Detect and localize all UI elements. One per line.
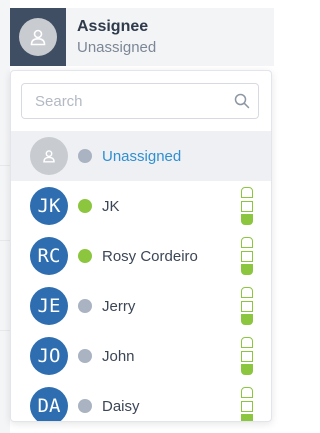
avatar: RC xyxy=(30,237,68,275)
assignee-option-name: JK xyxy=(102,197,120,215)
background-divider xyxy=(0,240,10,241)
workload-segment xyxy=(241,387,253,398)
workload-segment xyxy=(241,237,253,248)
workload-segment xyxy=(241,214,253,225)
assignee-avatar-box xyxy=(10,8,66,66)
avatar: JK xyxy=(30,187,68,225)
status-dot xyxy=(78,199,92,213)
assignee-dropdown: Unassigned JK JK RC Rosy Cordeiro JE Jerry JO Jo… xyxy=(10,70,272,422)
assignee-option-name: Rosy Cordeiro xyxy=(102,247,198,265)
assignee-option-name: Daisy xyxy=(102,397,140,415)
assignee-text: Assignee Unassigned xyxy=(77,17,156,58)
workload-indicator xyxy=(241,287,253,325)
workload-indicator xyxy=(241,387,253,421)
assignee-option[interactable]: Unassigned xyxy=(11,131,271,181)
search-box[interactable] xyxy=(21,83,259,119)
workload-segment xyxy=(241,414,253,421)
assignee-option-name: John xyxy=(102,347,135,365)
avatar: JO xyxy=(30,337,68,375)
status-dot xyxy=(78,349,92,363)
workload-segment xyxy=(241,287,253,298)
assignee-label: Assignee xyxy=(77,17,149,35)
status-dot xyxy=(78,249,92,263)
assignee-option[interactable]: JE Jerry xyxy=(11,281,271,331)
status-dot xyxy=(78,299,92,313)
user-icon xyxy=(30,29,46,46)
workload-indicator xyxy=(241,337,253,375)
background-divider xyxy=(0,330,10,331)
avatar: JE xyxy=(30,287,68,325)
status-dot xyxy=(78,399,92,413)
workload-segment xyxy=(241,187,253,198)
status-dot xyxy=(78,149,92,163)
workload-indicator xyxy=(241,237,253,275)
assignee-option-list: Unassigned JK JK RC Rosy Cordeiro JE Jerry JO Jo… xyxy=(11,131,271,421)
workload-segment xyxy=(241,400,253,412)
assignee-option-name: Unassigned xyxy=(102,147,182,165)
assignee-option[interactable]: JO John xyxy=(11,331,271,381)
assignee-field[interactable]: Assignee Unassigned xyxy=(10,8,274,66)
workload-segment xyxy=(241,364,253,375)
workload-segment xyxy=(241,250,253,262)
workload-indicator xyxy=(241,187,253,225)
avatar xyxy=(30,137,68,175)
workload-segment xyxy=(241,264,253,275)
search-icon[interactable] xyxy=(234,92,250,110)
workload-segment xyxy=(241,350,253,362)
assignee-option[interactable]: RC Rosy Cordeiro xyxy=(11,231,271,281)
user-icon xyxy=(43,150,55,163)
assignee-option-name: Jerry xyxy=(102,297,136,315)
workload-segment xyxy=(241,300,253,312)
assignee-option[interactable]: JK JK xyxy=(11,181,271,231)
workload-segment xyxy=(241,200,253,212)
assignee-option[interactable]: DA Daisy xyxy=(11,381,271,421)
workload-segment xyxy=(241,314,253,325)
background-divider xyxy=(0,165,10,166)
search-input[interactable] xyxy=(35,92,234,110)
workload-segment xyxy=(241,337,253,348)
background-panel xyxy=(0,0,10,433)
avatar xyxy=(19,18,57,56)
avatar: DA xyxy=(30,387,68,421)
assignee-value: Unassigned xyxy=(77,38,157,56)
